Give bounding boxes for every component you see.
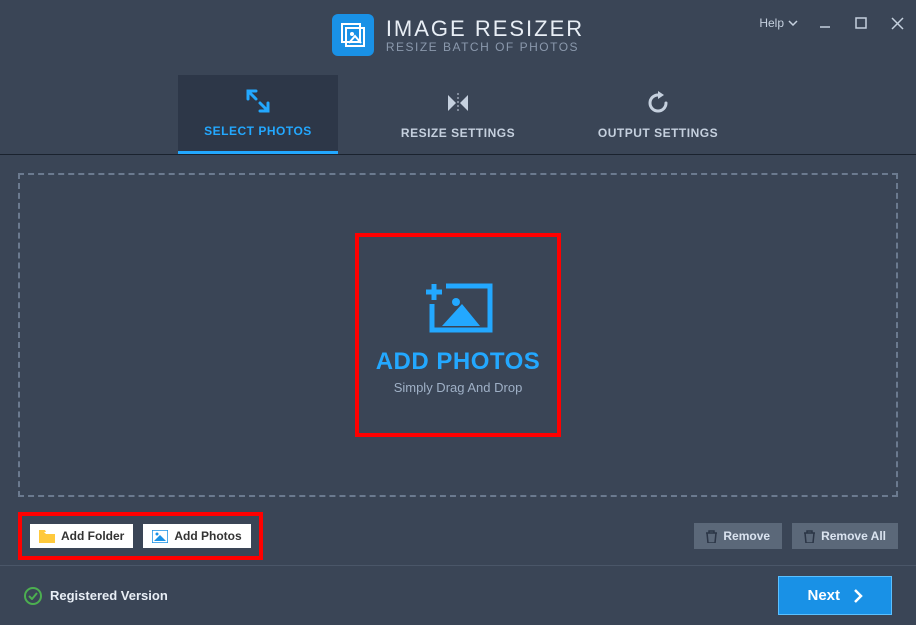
tab-select-photos[interactable]: SELECT PHOTOS <box>178 75 338 154</box>
button-label: Remove <box>723 529 770 543</box>
add-photos-title: ADD PHOTOS <box>376 348 541 376</box>
window-controls: Help <box>759 14 906 32</box>
trash-icon <box>706 530 717 543</box>
chevron-right-icon <box>854 589 863 603</box>
close-button[interactable] <box>888 14 906 32</box>
minimize-button[interactable] <box>816 14 834 32</box>
resize-icon <box>444 90 472 116</box>
maximize-button[interactable] <box>852 14 870 32</box>
tab-label: SELECT PHOTOS <box>204 124 312 138</box>
add-folder-button[interactable]: Add Folder <box>30 524 133 548</box>
app-title-group: IMAGE RESIZER RESIZE BATCH OF PHOTOS <box>386 16 584 54</box>
expand-arrows-icon <box>246 88 270 114</box>
content-area: ADD PHOTOS Simply Drag And Drop <box>0 155 916 497</box>
photo-dropzone[interactable]: ADD PHOTOS Simply Drag And Drop <box>18 173 898 497</box>
button-label: Add Folder <box>61 529 124 543</box>
tab-output-settings[interactable]: OUTPUT SETTINGS <box>578 75 738 154</box>
remove-button[interactable]: Remove <box>694 523 782 549</box>
tabs: SELECT PHOTOS RESIZE SETTINGS OUTPUT SET… <box>0 75 916 155</box>
add-image-icon <box>418 276 498 340</box>
help-menu[interactable]: Help <box>759 16 798 30</box>
button-label: Remove All <box>821 529 886 543</box>
button-label: Next <box>807 587 840 604</box>
trash-icon <box>804 530 815 543</box>
app-logo-icon <box>332 14 374 56</box>
next-button[interactable]: Next <box>778 576 892 615</box>
check-circle-icon <box>24 587 42 605</box>
remove-all-button[interactable]: Remove All <box>792 523 898 549</box>
refresh-icon <box>646 90 670 116</box>
add-photos-button[interactable]: Add Photos <box>143 524 250 548</box>
titlebar-content: IMAGE RESIZER RESIZE BATCH OF PHOTOS <box>332 14 584 56</box>
action-buttons-row: Add Folder Add Photos Remove Remove All <box>18 512 898 560</box>
image-icon <box>152 530 168 543</box>
add-photos-card[interactable]: ADD PHOTOS Simply Drag And Drop <box>355 233 561 437</box>
add-buttons-highlight: Add Folder Add Photos <box>18 512 263 560</box>
app-subtitle: RESIZE BATCH OF PHOTOS <box>386 40 584 54</box>
tab-label: RESIZE SETTINGS <box>401 126 515 140</box>
status-text: Registered Version <box>50 588 168 603</box>
footer: Registered Version Next <box>0 565 916 625</box>
add-photos-hint: Simply Drag And Drop <box>394 380 523 395</box>
registration-status: Registered Version <box>24 587 168 605</box>
app-title: IMAGE RESIZER <box>386 16 584 42</box>
folder-icon <box>39 530 55 543</box>
button-label: Add Photos <box>174 529 241 543</box>
titlebar: IMAGE RESIZER RESIZE BATCH OF PHOTOS Hel… <box>0 0 916 75</box>
tab-label: OUTPUT SETTINGS <box>598 126 718 140</box>
help-label: Help <box>759 16 784 30</box>
chevron-down-icon <box>788 20 798 26</box>
tab-resize-settings[interactable]: RESIZE SETTINGS <box>378 75 538 154</box>
